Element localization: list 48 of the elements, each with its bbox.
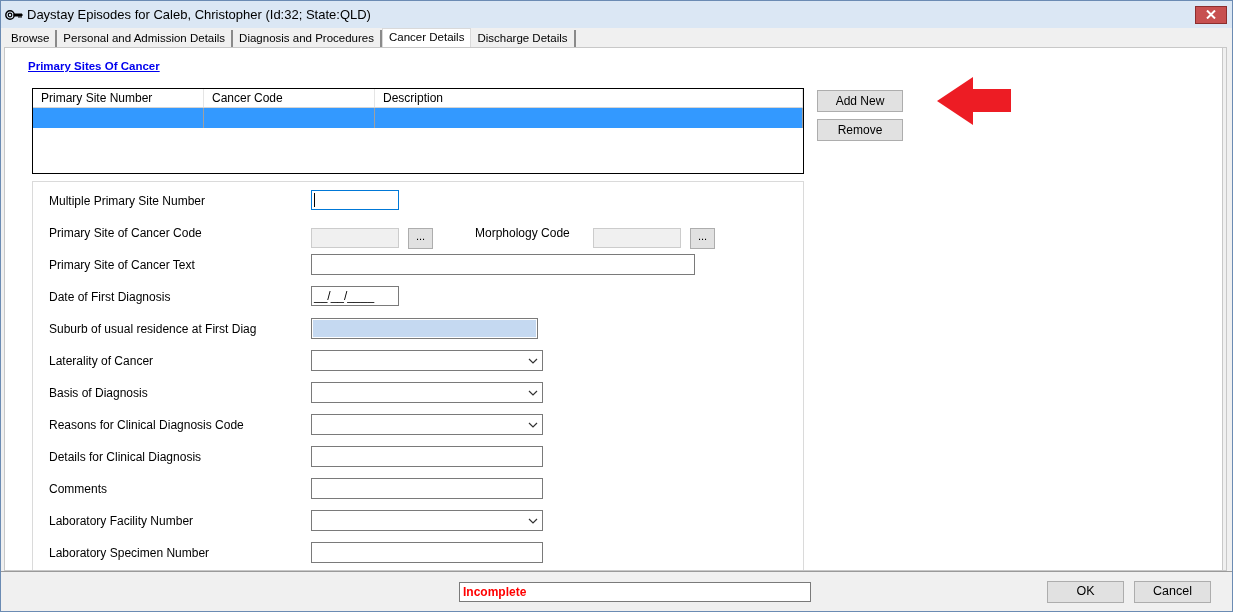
tab[interactable]: Cancer Details — [382, 28, 472, 47]
lookup-button[interactable]: ... — [690, 227, 715, 249]
arrow-pointer-icon — [937, 77, 1011, 126]
column-header[interactable]: Primary Site Number — [33, 89, 204, 108]
dropdown[interactable] — [311, 510, 543, 532]
input-field[interactable] — [311, 542, 543, 564]
field-label: Suburb of usual residence at First Diag — [49, 321, 258, 339]
field-label: Multiple Primary Site Number — [49, 193, 207, 211]
chevron-down-icon — [528, 357, 538, 364]
field-label: Primary Site of Cancer Text — [49, 257, 196, 275]
input-field[interactable] — [311, 318, 538, 340]
dropdown[interactable] — [311, 414, 543, 436]
chevron-down-icon — [528, 517, 538, 524]
input-field[interactable] — [311, 446, 543, 468]
dropdown[interactable] — [311, 382, 543, 404]
column-header[interactable]: Description — [375, 89, 803, 108]
section-link[interactable]: Primary Sites Of Cancer — [28, 60, 160, 72]
field-label: Laterality of Cancer — [49, 353, 155, 371]
dropdown[interactable] — [311, 350, 543, 372]
action-button[interactable]: Remove — [817, 119, 903, 142]
close-button[interactable] — [1195, 5, 1227, 24]
field-label: Primary Site of Cancer Code — [49, 225, 203, 243]
field-label: Basis of Diagnosis — [49, 385, 149, 403]
key-icon — [5, 8, 23, 21]
dialog-button[interactable]: OK — [1047, 580, 1124, 603]
chevron-down-icon — [528, 389, 538, 396]
field-label: Date of First Diagnosis — [49, 289, 172, 307]
input-field[interactable] — [311, 478, 543, 500]
field-label: Comments — [49, 481, 108, 499]
column-header[interactable]: Cancer Code — [204, 89, 375, 108]
field-label: Morphology Code — [475, 225, 571, 243]
status-field: Incomplete — [459, 581, 811, 602]
field-label: Details for Clinical Diagnosis — [49, 449, 203, 467]
field-label: Laboratory Specimen Number — [49, 545, 211, 563]
action-button[interactable]: Add New — [817, 90, 903, 113]
grid-row[interactable] — [33, 108, 803, 129]
window-title: Daystay Episodes for Caleb, Christopher (Id:32; State:QLD) — [27, 5, 371, 24]
input-field[interactable] — [311, 190, 399, 211]
chevron-down-icon — [528, 421, 538, 428]
field-label: Laboratory Facility Number — [49, 513, 195, 531]
dialog-button[interactable]: Cancel — [1134, 580, 1211, 603]
lookup-button[interactable]: ... — [408, 227, 433, 249]
field-label: Reasons for Clinical Diagnosis Code — [49, 417, 245, 435]
close-icon — [1206, 10, 1216, 19]
date-field[interactable]: __/__/____ — [311, 286, 399, 307]
input-field[interactable] — [593, 228, 681, 249]
input-field[interactable] — [311, 228, 399, 249]
input-field[interactable] — [311, 254, 695, 276]
